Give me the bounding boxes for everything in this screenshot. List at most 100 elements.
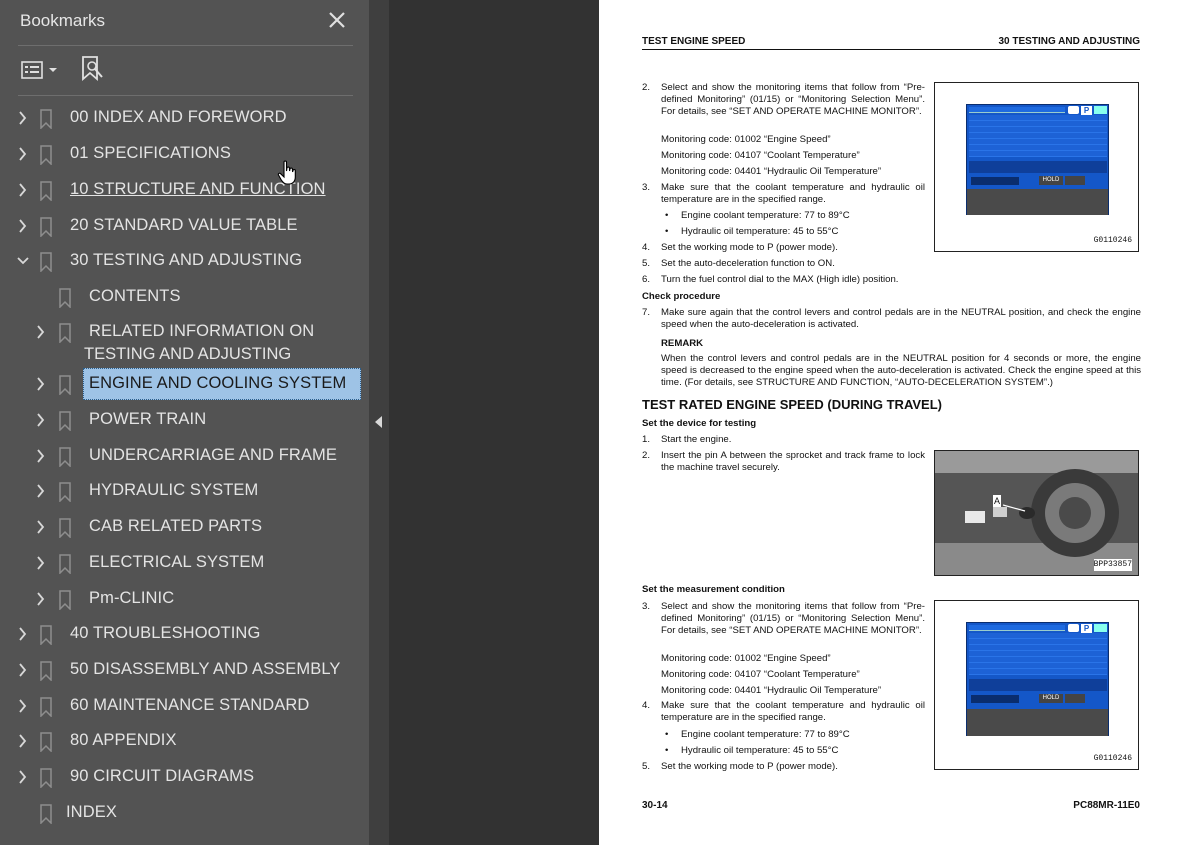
step-number: 3. — [642, 182, 651, 193]
collapse-panel-icon[interactable] — [373, 414, 385, 430]
subheading: Set the device for testing — [642, 418, 757, 429]
bookmark-icon — [40, 217, 52, 237]
bookmark-label: 90 CIRCUIT DIAGRAMS — [70, 767, 255, 785]
bookmark-label: UNDERCARRIAGE AND FRAME — [89, 446, 337, 464]
bookmark-item[interactable]: 00 INDEX AND FOREWORD — [0, 101, 369, 135]
bookmark-item[interactable]: UNDERCARRIAGE AND FRAME — [0, 439, 369, 473]
chevron-right-icon[interactable] — [35, 377, 47, 391]
figure-caption: G0110246 — [1093, 754, 1132, 763]
bookmark-label: 40 TROUBLESHOOTING — [70, 624, 261, 642]
monitor-figure-1: P HOLD G0110246 — [934, 82, 1139, 252]
step-number: 4. — [642, 700, 651, 711]
step-number: 5. — [642, 761, 651, 772]
bookmark-item[interactable]: CONTENTS — [0, 280, 369, 314]
page-header-left: TEST ENGINE SPEED — [642, 36, 746, 47]
bookmark-item[interactable]: ENGINE AND COOLING SYSTEM — [0, 367, 369, 401]
document-code: PC88MR-11E0 — [1073, 800, 1140, 811]
bookmark-icon — [40, 768, 52, 788]
step-text: Engine coolant temperature: 77 to 89°C — [681, 210, 850, 221]
bookmark-item[interactable]: 80 APPENDIX — [0, 724, 369, 758]
bookmark-item[interactable]: INDEX — [0, 796, 369, 830]
pdf-viewer-window: Bookmarks 00 INDEX AND FOREWORD 01 SPECIF… — [0, 0, 1200, 845]
bookmark-icon — [59, 590, 71, 610]
bookmark-label: HYDRAULIC SYSTEM — [89, 481, 259, 499]
hand-cursor-icon — [277, 160, 296, 185]
bullet: • — [665, 729, 669, 740]
chevron-right-icon[interactable] — [17, 699, 29, 713]
step-text: Set the auto-deceleration function to ON… — [661, 258, 835, 269]
monitor-figure-2: P HOLD G0110246 — [934, 600, 1139, 770]
bookmark-item[interactable]: HYDRAULIC SYSTEM — [0, 474, 369, 508]
bookmark-item[interactable]: POWER TRAIN — [0, 403, 369, 437]
chevron-down-icon[interactable] — [17, 254, 29, 268]
chevron-right-icon[interactable] — [17, 627, 29, 641]
remark-heading: REMARK — [661, 338, 704, 349]
chevron-right-icon[interactable] — [17, 183, 29, 197]
step-text: Hydraulic oil temperature: 45 to 55°C — [681, 226, 839, 237]
bookmark-item[interactable]: 01 SPECIFICATIONS — [0, 137, 369, 171]
chevron-right-icon[interactable] — [17, 111, 29, 125]
close-icon[interactable] — [326, 9, 348, 31]
step-number: 3. — [642, 601, 651, 612]
figure-caption: BPP33857 — [1093, 559, 1132, 571]
chevron-right-icon[interactable] — [35, 484, 47, 498]
bookmark-item[interactable]: Pm-CLINIC — [0, 582, 369, 616]
chevron-right-icon[interactable] — [17, 147, 29, 161]
bookmark-label: 50 DISASSEMBLY AND ASSEMBLY — [70, 660, 341, 678]
step-text: Monitoring code: 04107 “Coolant Temperat… — [661, 150, 860, 161]
pdf-page: TEST ENGINE SPEED 30 TESTING AND ADJUSTI… — [599, 0, 1200, 845]
bookmark-item[interactable]: 60 MAINTENANCE STANDARD — [0, 689, 369, 723]
chevron-right-icon[interactable] — [35, 520, 47, 534]
bookmark-item[interactable]: 10 STRUCTURE AND FUNCTION — [0, 173, 369, 207]
figure-caption: G0110246 — [1093, 236, 1132, 245]
bookmark-item[interactable]: 90 CIRCUIT DIAGRAMS — [0, 760, 369, 794]
callout-label: A — [993, 495, 1002, 507]
step-text: Set the working mode to P (power mode). — [661, 761, 838, 772]
bullet: • — [665, 745, 669, 756]
bookmark-label: 60 MAINTENANCE STANDARD — [70, 696, 310, 714]
chevron-right-icon[interactable] — [17, 734, 29, 748]
add-bookmark-icon[interactable] — [80, 55, 106, 83]
bookmark-item[interactable]: 50 DISASSEMBLY AND ASSEMBLY — [0, 653, 369, 687]
bookmark-item[interactable]: ELECTRICAL SYSTEM — [0, 546, 369, 580]
bookmark-icon — [59, 411, 71, 431]
chevron-right-icon[interactable] — [17, 770, 29, 784]
bookmark-icon — [59, 288, 71, 308]
step-text: Make sure that the coolant temperature a… — [661, 700, 925, 723]
step-text: Turn the fuel control dial to the MAX (H… — [661, 274, 899, 285]
bookmark-item[interactable]: RELATED INFORMATION ON TESTING AND ADJUST… — [0, 315, 369, 367]
options-menu-icon[interactable] — [20, 59, 60, 81]
bookmark-item[interactable]: 20 STANDARD VALUE TABLE — [0, 209, 369, 243]
chevron-right-icon[interactable] — [35, 592, 47, 606]
bookmark-item[interactable]: 30 TESTING AND ADJUSTING — [0, 244, 369, 278]
step-text: Monitoring code: 01002 “Engine Speed” — [661, 134, 831, 145]
step-text: Monitoring code: 04401 “Hydraulic Oil Te… — [661, 166, 882, 177]
bookmarks-panel: Bookmarks 00 INDEX AND FOREWORD 01 SPECIF… — [0, 0, 369, 845]
bookmark-label: 00 INDEX AND FOREWORD — [70, 108, 287, 126]
chevron-right-icon[interactable] — [35, 449, 47, 463]
hold-label: HOLD — [1039, 694, 1063, 703]
step-text: Insert the pin A between the sprocket an… — [661, 450, 925, 473]
step-number: 7. — [642, 307, 651, 318]
bookmark-icon — [40, 145, 52, 165]
monitor-screen-image: P HOLD — [966, 104, 1109, 215]
step-text: Start the engine. — [661, 434, 732, 445]
step-text: Engine coolant temperature: 77 to 89°C — [681, 729, 850, 740]
step-number: 2. — [642, 450, 651, 461]
chevron-right-icon[interactable] — [35, 556, 47, 570]
bookmark-item[interactable]: 40 TROUBLESHOOTING — [0, 617, 369, 651]
bullet: • — [665, 226, 669, 237]
bookmark-label: RELATED INFORMATION ON — [89, 322, 315, 340]
bookmark-label: 80 APPENDIX — [70, 731, 177, 749]
chevron-right-icon[interactable] — [17, 219, 29, 233]
chevron-right-icon[interactable] — [17, 663, 29, 677]
bookmarks-header: Bookmarks — [0, 0, 369, 44]
step-number: 4. — [642, 242, 651, 253]
bookmark-icon — [59, 323, 71, 343]
bookmark-label: CONTENTS — [89, 287, 181, 305]
bookmark-item[interactable]: CAB RELATED PARTS — [0, 510, 369, 544]
bookmarks-toolbar — [0, 50, 369, 90]
chevron-right-icon[interactable] — [35, 413, 47, 427]
step-text: Set the working mode to P (power mode). — [661, 242, 838, 253]
chevron-right-icon[interactable] — [35, 325, 47, 339]
